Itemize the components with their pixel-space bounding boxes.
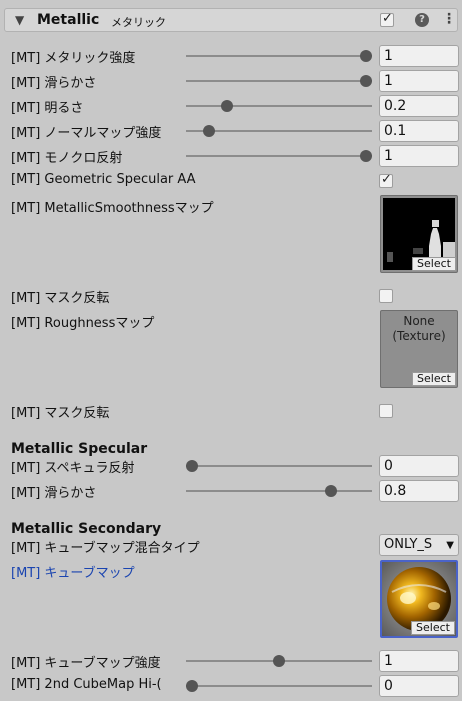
brightness-slider-thumb[interactable]: [220, 100, 233, 112]
cubemap-texture-slot[interactable]: Select: [380, 560, 458, 638]
specular-smooth-label: [MT] 滑らかさ: [11, 486, 97, 501]
specular-reflect-label: [MT] スペキュラ反射: [11, 461, 135, 476]
section-subtitle: メタリック: [111, 16, 166, 29]
texture-select-button[interactable]: Select: [412, 372, 456, 386]
cubemap-label: [MT] キューブマップ: [11, 566, 135, 581]
specular-smooth-value-field[interactable]: 0.8: [379, 480, 459, 502]
foldout-arrow-icon[interactable]: ▼: [15, 13, 24, 27]
cubemap-strength-value-field[interactable]: 1: [379, 650, 459, 672]
roughness-texture-slot[interactable]: None (Texture) Select: [380, 310, 458, 388]
brightness-value-field[interactable]: 0.2: [379, 95, 459, 117]
metallic-smoothness-texture-slot[interactable]: Select: [380, 195, 458, 273]
mono-reflect-slider-thumb[interactable]: [360, 150, 372, 162]
enable-checkbox[interactable]: ✓: [380, 11, 394, 27]
cubemap-blend-type-dropdown[interactable]: ONLY_S ▼: [379, 534, 459, 556]
cubemap-hicut-slider-thumb[interactable]: [186, 680, 198, 692]
section-title: Metallic: [37, 12, 100, 28]
geometric-aa-label: [MT] Geometric Specular AA: [11, 172, 196, 187]
secondary-section-title: Metallic Secondary: [11, 521, 162, 537]
cubemap-hicut-value-field[interactable]: 0: [379, 675, 459, 697]
checkmark-icon: ✓: [381, 172, 392, 187]
smoothness-label: [MT] 滑らかさ: [11, 76, 97, 91]
context-menu-icon[interactable]: ⋮: [442, 12, 456, 26]
mask-invert-checkbox-2[interactable]: [379, 404, 393, 418]
dropdown-value: ONLY_S: [384, 537, 433, 552]
mono-reflect-slider-track[interactable]: [186, 155, 372, 157]
smoothness-value-field[interactable]: 1: [379, 70, 459, 92]
texture-select-button[interactable]: Select: [411, 621, 455, 635]
mask-invert-checkbox[interactable]: [379, 289, 393, 303]
cubemap-hicut-label: [MT] 2nd CubeMap Hi-(: [11, 677, 162, 692]
normal-strength-slider-thumb[interactable]: [203, 125, 216, 137]
smoothness-slider-track[interactable]: [186, 80, 372, 82]
brightness-label: [MT] 明るさ: [11, 101, 84, 116]
specular-smooth-slider-track[interactable]: [186, 490, 372, 492]
brightness-slider-track[interactable]: [186, 105, 372, 107]
texture-select-button[interactable]: Select: [412, 257, 456, 271]
section-header-metallic[interactable]: ▼ Metallic メタリック ✓ ? ⋮: [4, 8, 458, 32]
mono-reflect-label: [MT] モノクロ反射: [11, 151, 123, 166]
mask-invert-label: [MT] マスク反転: [11, 291, 110, 306]
metallic-slider-track[interactable]: [186, 55, 372, 57]
specular-reflect-slider-thumb[interactable]: [186, 460, 198, 472]
specular-reflect-slider-track[interactable]: [186, 465, 372, 467]
roughness-map-label: [MT] Roughnessマップ: [11, 316, 155, 331]
help-icon[interactable]: ?: [415, 13, 429, 27]
cubemap-strength-slider-thumb[interactable]: [273, 655, 285, 667]
metallic-label: [MT] メタリック強度: [11, 51, 136, 66]
dropdown-arrow-icon: ▼: [446, 540, 454, 551]
checkmark-icon: ✓: [382, 11, 393, 26]
metallic-slider-thumb[interactable]: [360, 50, 372, 62]
metallic-value-field[interactable]: 1: [379, 45, 459, 67]
metallic-smoothness-map-label: [MT] MetallicSmoothnessマップ: [11, 201, 214, 216]
specular-smooth-slider-thumb[interactable]: [325, 485, 338, 497]
mask-invert-label-2: [MT] マスク反転: [11, 406, 110, 421]
cubemap-strength-label: [MT] キューブマップ強度: [11, 656, 161, 671]
specular-reflect-value-field[interactable]: 0: [379, 455, 459, 477]
specular-section-title: Metallic Specular: [11, 441, 148, 457]
texture-none-text: None (Texture): [392, 314, 446, 343]
normal-strength-value-field[interactable]: 0.1: [379, 120, 459, 142]
mono-reflect-value-field[interactable]: 1: [379, 145, 459, 167]
cubemap-hicut-slider-track[interactable]: [186, 685, 372, 687]
geometric-aa-checkbox[interactable]: ✓: [379, 172, 393, 188]
cubemap-blend-type-label: [MT] キューブマップ混合タイプ: [11, 541, 200, 556]
smoothness-slider-thumb[interactable]: [360, 75, 372, 87]
normal-strength-label: [MT] ノーマルマップ強度: [11, 126, 162, 141]
